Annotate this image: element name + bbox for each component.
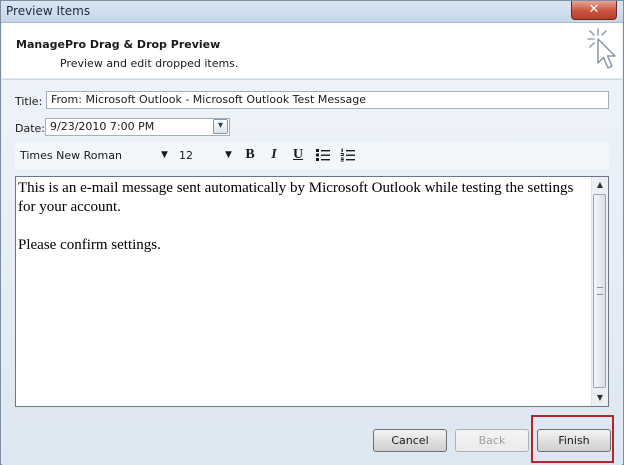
bold-button[interactable]: B	[241, 146, 259, 164]
numbered-list-icon[interactable]	[340, 148, 356, 162]
cancel-button[interactable]: Cancel	[373, 429, 447, 452]
bullet-list-icon[interactable]	[315, 148, 331, 162]
wizard-header: ManagePro Drag & Drop Preview Preview an…	[2, 23, 622, 78]
editor-content[interactable]: This is an e-mail message sent automatic…	[18, 179, 590, 255]
date-field[interactable]: 9/23/2010 7:00 PM	[45, 118, 230, 136]
date-dropdown-button[interactable]: ▾	[213, 119, 228, 134]
back-button[interactable]: Back	[455, 429, 529, 452]
scrollbar-thumb[interactable]	[593, 194, 606, 388]
italic-button[interactable]: I	[265, 146, 283, 164]
header-subtitle: Preview and edit dropped items.	[60, 57, 239, 70]
header-title: ManagePro Drag & Drop Preview	[16, 38, 221, 51]
title-field[interactable]: From: Microsoft Outlook - Microsoft Outl…	[46, 91, 609, 109]
font-name-caret-icon[interactable]: ▼	[161, 150, 168, 160]
editor-paragraph: Please confirm settings.	[18, 237, 161, 253]
scroll-down-arrow-icon[interactable]: ▼	[592, 390, 608, 406]
window-title: Preview Items	[6, 4, 91, 18]
title-label: Title:	[15, 95, 43, 108]
finish-highlight-box	[531, 415, 614, 463]
vertical-scrollbar[interactable]: ▲ ▼	[591, 177, 608, 406]
preview-items-window: Preview Items ✕ ManagePro Drag & Drop Pr…	[0, 0, 624, 465]
font-size-caret-icon[interactable]: ▼	[225, 150, 232, 160]
scroll-up-arrow-icon[interactable]: ▲	[592, 177, 608, 193]
font-size-select[interactable]: 12	[179, 149, 193, 162]
scrollbar-grip-icon	[597, 287, 603, 295]
date-label: Date:	[15, 122, 45, 135]
wizard-cursor-icon	[587, 28, 616, 69]
underline-button[interactable]: U	[289, 146, 307, 164]
editor-paragraph: This is an e-mail message sent automatic…	[18, 180, 574, 215]
font-name-select[interactable]: Times New Roman	[20, 149, 122, 162]
close-button[interactable]: ✕	[571, 1, 617, 20]
message-editor[interactable]: This is an e-mail message sent automatic…	[15, 176, 609, 407]
title-bar[interactable]: Preview Items ✕	[1, 1, 623, 23]
format-toolbar: Times New Roman ▼ 12 ▼ B I U	[15, 142, 609, 169]
